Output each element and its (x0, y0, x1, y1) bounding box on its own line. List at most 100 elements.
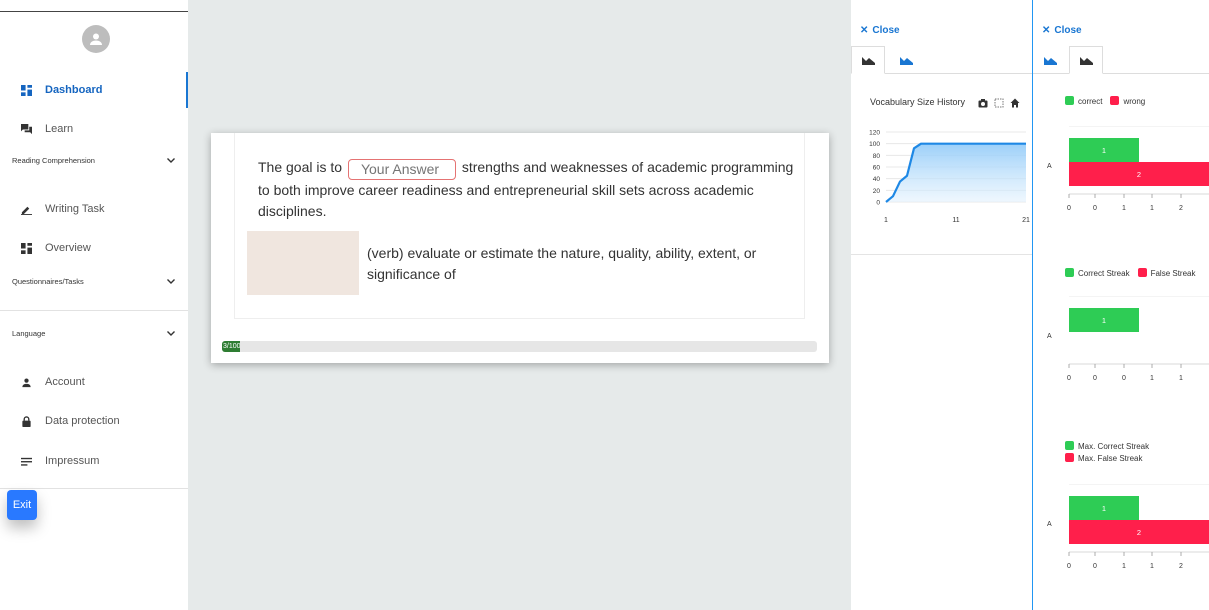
bar-data-label: 1 (1102, 146, 1106, 155)
close-label: Close (1054, 25, 1082, 36)
exercise-card: The goal is to strengths and weaknesses … (211, 133, 829, 363)
sidebar-item-learn[interactable]: Learn (0, 111, 188, 147)
section-label: Questionnaires/Tasks (12, 276, 84, 286)
y-tick-label: 0 (876, 200, 880, 207)
legend-item-wrong[interactable]: wrong (1110, 96, 1145, 106)
progress-bar: 3/100 (222, 341, 817, 352)
streak-chart: A 1 0 0 0 1 1 (1047, 296, 1209, 382)
y-tick-label: 60 (873, 165, 881, 172)
x-tick-label: 1 (1150, 563, 1154, 570)
area-chart-icon (1043, 57, 1057, 65)
x-tick-label: 0 (1067, 563, 1071, 570)
y-tick-label: 100 (869, 141, 880, 148)
sidebar-section-questionnaires[interactable]: Questionnaires/Tasks (0, 267, 188, 295)
legend-item-max-false-streak[interactable]: Max. False Streak (1065, 453, 1149, 463)
vocabulary-size-chart: 0204060801001201 11 21 (869, 130, 1030, 225)
y-tick-label: 120 (869, 130, 880, 137)
sentence-before: The goal is to (258, 159, 343, 175)
chart-title: Vocabulary Size History (870, 97, 966, 107)
chevron-down-icon (167, 279, 175, 284)
y-category-label: A (1047, 521, 1052, 528)
avatar[interactable] (82, 25, 110, 53)
sidebar-item-account[interactable]: Account (0, 364, 188, 400)
close-label: Close (872, 25, 900, 36)
x-tick-label: 1 (884, 217, 888, 224)
sidebar-item-impressum[interactable]: Impressum (0, 443, 188, 479)
camera-icon[interactable] (978, 98, 988, 108)
sidebar-item-overview[interactable]: Overview (0, 230, 188, 266)
x-tick-label: 0 (1067, 205, 1071, 212)
notes-icon (20, 455, 32, 467)
sidebar-item-label: Dashboard (45, 84, 103, 96)
bar-data-label: 1 (1102, 316, 1106, 325)
y-tick-label: 40 (873, 176, 881, 183)
y-tick-label: 20 (873, 188, 881, 195)
sidebar-section-reading[interactable]: Reading Comprehension (0, 146, 188, 174)
close-button[interactable]: ✕ Close (860, 25, 900, 36)
person-icon (20, 376, 32, 388)
sidebar-item-label: Learn (45, 123, 74, 135)
section-label: Language (12, 328, 46, 338)
sidebar-divider (0, 488, 188, 489)
dashboard-icon (20, 84, 32, 96)
tab-chart-1[interactable] (851, 46, 885, 74)
x-tick-label: 1 (1150, 205, 1154, 212)
bar-data-label: 1 (1102, 504, 1106, 513)
x-tick-label: 1 (1122, 563, 1126, 570)
x-tick-label: 0 (1122, 375, 1126, 382)
legend-item-false-streak[interactable]: False Streak (1137, 268, 1195, 278)
legend-item-correct-streak[interactable]: Correct Streak (1065, 268, 1130, 278)
chart-tabs (1033, 46, 1209, 74)
stats-panel-right: ✕ Close correct wrong A 1 2 0 0 1 1 2 Correct S… (1032, 0, 1209, 610)
exercise-sentence: The goal is to strengths and weaknesses … (258, 157, 798, 222)
home-icon[interactable] (1010, 98, 1020, 108)
sidebar-item-label: Overview (45, 242, 91, 254)
legend-item-max-correct-streak[interactable]: Max. Correct Streak (1065, 441, 1149, 451)
stats-panel-left: ✕ Close Vocabulary Size History 0 20 40 60 8… (851, 0, 1032, 610)
sidebar-section-language[interactable]: Language (0, 319, 188, 347)
sidebar-item-data-protection[interactable]: Data protection (0, 403, 188, 439)
area-chart-icon (861, 57, 875, 65)
y-category-label: A (1047, 333, 1052, 340)
hint-image (247, 231, 359, 295)
sidebar-top-divider (0, 11, 188, 12)
section-label: Reading Comprehension (12, 155, 95, 165)
sidebar-item-label: Writing Task (45, 203, 105, 215)
x-tick-label: 0 (1093, 375, 1097, 382)
sidebar-item-dashboard[interactable]: Dashboard (0, 72, 188, 108)
chart-legend: Max. Correct Streak Max. False Streak (1065, 441, 1149, 465)
answer-input[interactable] (347, 158, 456, 180)
close-icon: ✕ (1042, 25, 1051, 36)
tab-chart-2[interactable] (1069, 46, 1103, 74)
bar-data-label: 2 (1137, 528, 1141, 537)
word-definition: (verb) evaluate or estimate the nature, … (367, 245, 757, 282)
area-chart-icon (899, 57, 913, 65)
sidebar-divider (0, 310, 188, 311)
x-tick-label: 11 (952, 217, 959, 224)
bar-data-label: 2 (1137, 170, 1141, 179)
person-icon (90, 33, 102, 45)
x-tick-label: 2 (1179, 205, 1183, 212)
x-tick-label: 0 (1093, 563, 1097, 570)
chart-legend: correct wrong (1065, 96, 1145, 106)
x-tick-label: 21 (1022, 217, 1030, 224)
sidebar-item-label: Data protection (45, 415, 120, 427)
pencil-icon (20, 203, 32, 215)
close-icon: ✕ (860, 25, 869, 36)
chevron-down-icon (167, 158, 175, 163)
chart-tabs (851, 46, 1032, 74)
x-tick-label: 2 (1179, 563, 1183, 570)
legend-item-correct[interactable]: correct (1065, 96, 1102, 106)
x-tick-label: 1 (1122, 205, 1126, 212)
tab-chart-1[interactable] (1033, 46, 1067, 74)
correct-wrong-chart: A 1 2 0 0 1 1 2 (1047, 126, 1209, 212)
tab-chart-2[interactable] (889, 46, 923, 74)
progress-fill: 3/100 (222, 341, 240, 352)
select-box-icon[interactable] (994, 98, 1004, 108)
exit-button[interactable]: Exit (7, 490, 37, 520)
dashboard-icon (20, 242, 32, 254)
close-button[interactable]: ✕ Close (1042, 25, 1082, 36)
sidebar-item-writing-task[interactable]: Writing Task (0, 191, 188, 227)
chat-icon (20, 123, 32, 135)
x-tick-label: 1 (1150, 375, 1154, 382)
